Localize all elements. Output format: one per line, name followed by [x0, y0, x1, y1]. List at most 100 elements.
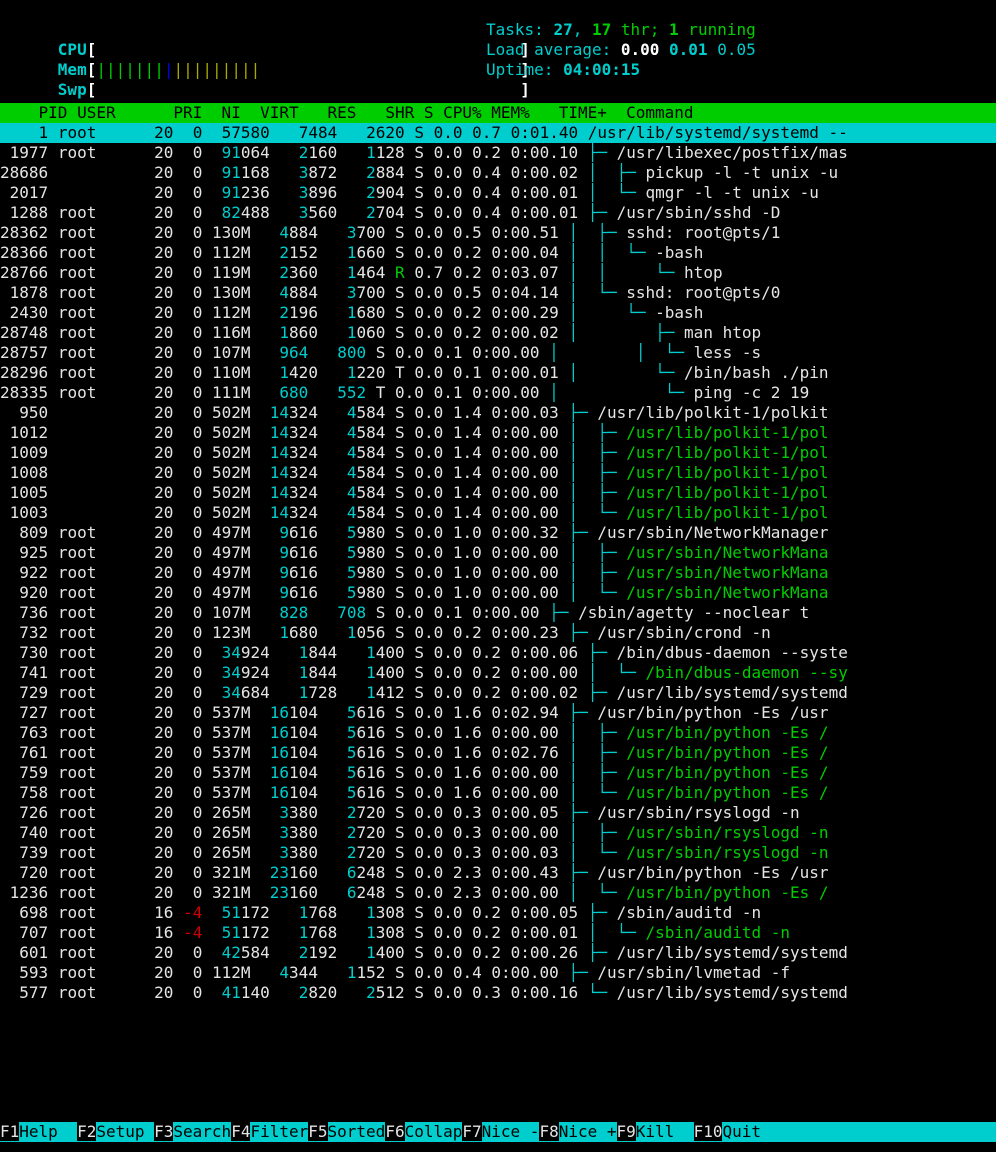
process-nice: 0 [173, 863, 203, 882]
process-user [58, 183, 106, 202]
process-pid: 922 [0, 563, 49, 582]
process-row[interactable]: 809 root 20 0 497M 9616 5980 S 0.0 1.0 0… [0, 523, 996, 543]
process-row[interactable]: 922 root 20 0 497M 9616 5980 S 0.0 1.0 0… [0, 563, 996, 583]
process-state: S [395, 823, 405, 842]
process-row[interactable]: 1 root 20 0 57580 7484 2620 S 0.0 0.7 0:… [0, 123, 996, 143]
function-label-f7[interactable]: Nice - [481, 1122, 540, 1141]
function-key-f7[interactable]: F7 [462, 1122, 482, 1141]
process-row[interactable]: 763 root 20 0 537M 16104 5616 S 0.0 1.6 … [0, 723, 996, 743]
function-label-f1[interactable]: Help [19, 1122, 78, 1141]
process-row[interactable]: 698 root 16 -4 51172 1768 1308 S 0.0 0.2… [0, 903, 996, 923]
process-virt-shadow: 265M [211, 803, 251, 822]
process-res: 2 [279, 983, 309, 1002]
process-row[interactable]: 2017 20 0 91236 3896 2904 S 0.0 0.4 0:00… [0, 183, 996, 203]
process-row[interactable]: 28335 root 20 0 111M 680 552 T 0.0 0.1 0… [0, 383, 996, 403]
process-row[interactable]: 758 root 20 0 537M 16104 5616 S 0.0 1.6 … [0, 783, 996, 803]
process-row[interactable]: 1009 20 0 502M 14324 4584 S 0.0 1.4 0:00… [0, 443, 996, 463]
process-row[interactable]: 950 20 0 502M 14324 4584 S 0.0 1.4 0:00.… [0, 403, 996, 423]
process-time: 0:00.05 [481, 803, 559, 822]
function-label-f8[interactable]: Nice + [558, 1122, 617, 1141]
process-row[interactable]: 1878 root 20 0 130M 4884 3700 S 0.0 0.5 … [0, 283, 996, 303]
process-res: 3 [260, 823, 290, 842]
process-row[interactable]: 1005 20 0 502M 14324 4584 S 0.0 1.4 0:00… [0, 483, 996, 503]
process-row[interactable]: 601 root 20 0 42584 2192 1400 S 0.0 0.2 … [0, 943, 996, 963]
process-priority: 20 [144, 483, 174, 502]
process-row[interactable]: 920 root 20 0 497M 9616 5980 S 0.0 1.0 0… [0, 583, 996, 603]
process-row[interactable]: 727 root 20 0 537M 16104 5616 S 0.0 1.6 … [0, 703, 996, 723]
process-row[interactable]: 761 root 20 0 537M 16104 5616 S 0.0 1.6 … [0, 743, 996, 763]
function-key-f3[interactable]: F3 [154, 1122, 174, 1141]
process-state: S [395, 303, 405, 322]
process-res: 828 [260, 603, 309, 622]
process-tree-branch: │ ├─ [568, 443, 627, 462]
process-row[interactable]: 730 root 20 0 34924 1844 1400 S 0.0 0.2 … [0, 643, 996, 663]
process-state: S [395, 843, 405, 862]
function-label-f9[interactable]: Kill [635, 1122, 694, 1141]
process-nice: 0 [173, 303, 203, 322]
process-virt-shadow: 265M [211, 823, 251, 842]
process-row[interactable]: 736 root 20 0 107M 828 708 S 0.0 0.1 0:0… [0, 603, 996, 623]
process-shr-shadow: 704 [375, 203, 405, 222]
process-shr: 5 [327, 783, 357, 802]
function-label-f6[interactable]: Collap [404, 1122, 463, 1141]
function-key-f1[interactable]: F1 [0, 1122, 20, 1141]
process-row[interactable]: 28296 root 20 0 110M 1420 1220 T 0.0 0.1… [0, 363, 996, 383]
process-shr-shadow: 700 [356, 223, 386, 242]
function-key-f4[interactable]: F4 [231, 1122, 251, 1141]
function-label-f10[interactable]: Quit [722, 1122, 761, 1141]
process-table-header[interactable]: PID USER PRI NI VIRT RES SHR S CPU% MEM%… [0, 103, 996, 123]
process-virt-shadow: 684 [240, 683, 270, 702]
process-row[interactable]: 28366 root 20 0 112M 2152 1660 S 0.0 0.2… [0, 243, 996, 263]
process-state: S [395, 723, 405, 742]
running-label: running [678, 20, 756, 39]
function-key-f10[interactable]: F10 [693, 1122, 723, 1141]
process-cpu-percent: 0.0 [404, 763, 444, 782]
process-row[interactable]: 28766 root 20 0 119M 2360 1464 R 0.7 0.2… [0, 263, 996, 283]
process-row[interactable]: 707 root 16 -4 51172 1768 1308 S 0.0 0.2… [0, 923, 996, 943]
process-row[interactable]: 1012 20 0 502M 14324 4584 S 0.0 1.4 0:00… [0, 423, 996, 443]
process-cpu-percent: 0.0 [404, 423, 444, 442]
process-row[interactable]: 741 root 20 0 34924 1844 1400 S 0.0 0.2 … [0, 663, 996, 683]
process-user: root [57, 363, 106, 382]
process-row[interactable]: 28757 root 20 0 107M 964 800 S 0.0 0.1 0… [0, 343, 996, 363]
function-label-f5[interactable]: Sorted [327, 1122, 386, 1141]
process-row[interactable]: 1288 root 20 0 82488 3560 2704 S 0.0 0.4… [0, 203, 996, 223]
function-key-f9[interactable]: F9 [616, 1122, 636, 1141]
function-key-f5[interactable]: F5 [308, 1122, 328, 1141]
process-row[interactable]: 732 root 20 0 123M 1680 1056 S 0.0 0.2 0… [0, 623, 996, 643]
process-row[interactable]: 740 root 20 0 265M 3380 2720 S 0.0 0.3 0… [0, 823, 996, 843]
process-state: S [395, 703, 405, 722]
process-res: 1 [279, 903, 309, 922]
process-pid: 740 [0, 823, 49, 842]
process-res: 16 [260, 743, 290, 762]
process-priority: 20 [144, 663, 174, 682]
process-row[interactable]: 28748 root 20 0 116M 1860 1060 S 0.0 0.2… [0, 323, 996, 343]
process-row[interactable]: 593 root 20 0 112M 4344 1152 S 0.0 0.4 0… [0, 963, 996, 983]
function-label-f3[interactable]: Search [173, 1122, 232, 1141]
process-row[interactable]: 577 root 20 0 41140 2820 2512 S 0.0 0.3 … [0, 983, 996, 1003]
process-res: 9 [260, 563, 290, 582]
process-tree-branch: │ ├─ [568, 763, 627, 782]
process-row[interactable]: 1008 20 0 502M 14324 4584 S 0.0 1.4 0:00… [0, 463, 996, 483]
function-key-f8[interactable]: F8 [539, 1122, 559, 1141]
process-virt-shadow: 140 [240, 983, 270, 1002]
function-key-f6[interactable]: F6 [385, 1122, 405, 1141]
process-row[interactable]: 1977 root 20 0 91064 2160 1128 S 0.0 0.2… [0, 143, 996, 163]
process-row[interactable]: 925 root 20 0 497M 9616 5980 S 0.0 1.0 0… [0, 543, 996, 563]
process-row[interactable]: 1236 root 20 0 321M 23160 6248 S 0.0 2.3… [0, 883, 996, 903]
function-label-f2[interactable]: Setup [96, 1122, 155, 1141]
function-label-f4[interactable]: Filter [250, 1122, 309, 1141]
process-row[interactable]: 2430 root 20 0 112M 2196 1680 S 0.0 0.2 … [0, 303, 996, 323]
process-row[interactable]: 720 root 20 0 321M 23160 6248 S 0.0 2.3 … [0, 863, 996, 883]
process-row[interactable]: 28686 20 0 91168 3872 2884 S 0.0 0.4 0:0… [0, 163, 996, 183]
process-row[interactable]: 729 root 20 0 34684 1728 1412 S 0.0 0.2 … [0, 683, 996, 703]
process-user: root [57, 843, 106, 862]
process-row[interactable]: 28362 root 20 0 130M 4884 3700 S 0.0 0.5… [0, 223, 996, 243]
process-row[interactable]: 726 root 20 0 265M 3380 2720 S 0.0 0.3 0… [0, 803, 996, 823]
process-row[interactable]: 739 root 20 0 265M 3380 2720 S 0.0 0.3 0… [0, 843, 996, 863]
function-key-bar[interactable]: F1Help F2Setup F3SearchF4FilterF5SortedF… [0, 1122, 996, 1142]
process-row[interactable]: 1003 20 0 502M 14324 4584 S 0.0 1.4 0:00… [0, 503, 996, 523]
process-row[interactable]: 759 root 20 0 537M 16104 5616 S 0.0 1.6 … [0, 763, 996, 783]
function-key-f2[interactable]: F2 [77, 1122, 97, 1141]
process-table-body[interactable]: 1 root 20 0 57580 7484 2620 S 0.0 0.7 0:… [0, 123, 996, 1003]
